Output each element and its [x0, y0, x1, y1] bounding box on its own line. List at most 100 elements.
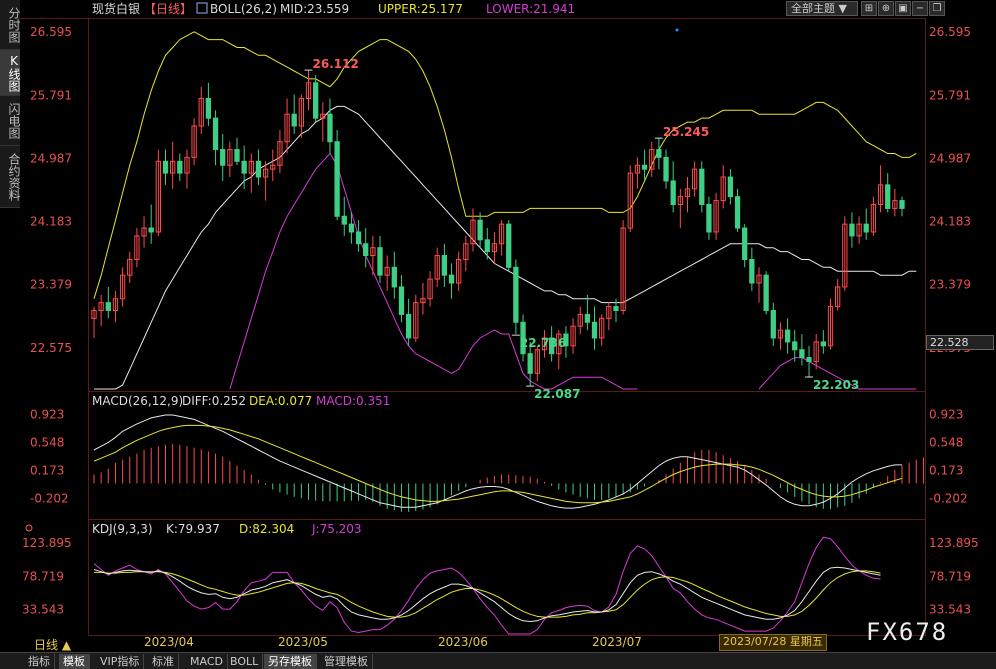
bottom-tab-6[interactable]: 另存模板	[264, 654, 317, 669]
candle-body	[784, 329, 791, 343]
candle-body	[885, 184, 891, 209]
candlesticks	[91, 70, 905, 387]
indicator-settings-icon[interactable]	[196, 2, 208, 14]
candle-body	[584, 313, 591, 323]
candle-body	[377, 247, 383, 276]
candle-body	[792, 341, 798, 351]
bottom-tab-1[interactable]: 模板	[59, 654, 90, 669]
macd-dea-label: DEA:0.077	[249, 394, 312, 408]
kdj-record-icon[interactable]	[25, 524, 33, 532]
candle-body	[734, 196, 741, 229]
candle-body	[477, 219, 483, 241]
annotation-label: 22.087	[534, 387, 580, 401]
grid-layout-icon[interactable]: ⊞	[861, 1, 877, 16]
candle-body	[806, 357, 812, 363]
kdj-d-label: D:82.304	[239, 522, 294, 536]
macd-ytick-right: 0.548	[929, 436, 963, 450]
theme-selector-label: 全部主题	[791, 2, 835, 15]
bottom-toolbar: 指标 模板 VIP指标 标准 MACD BOLL 另存模板 管理模板	[0, 652, 996, 669]
main-ytick-left: 22.575	[30, 341, 72, 355]
candle-body	[849, 223, 855, 237]
chart-canvas[interactable]: 26.112 25.245 22.736 22.087 22.203 26.595 26.…	[0, 0, 996, 669]
kdj-ytick-right: 123.895	[929, 536, 979, 550]
candle-body	[706, 204, 712, 233]
zoom-icon[interactable]: ⊕	[878, 1, 894, 16]
candle-body	[291, 113, 297, 127]
candle-body	[205, 98, 212, 119]
main-ytick-right: 24.987	[929, 151, 971, 165]
candle-body	[899, 200, 905, 209]
boll-lower-label: LOWER:21.941	[486, 2, 575, 16]
candle-body	[656, 149, 662, 158]
kdj-ytick-left: 33.543	[22, 602, 64, 616]
candle-body	[613, 306, 619, 311]
theme-selector[interactable]: 全部主题 ▼	[786, 1, 858, 16]
bottom-tab-4[interactable]: MACD	[186, 654, 228, 669]
annotation-label: 26.112	[313, 57, 359, 71]
candle-body	[355, 231, 362, 245]
window-icon[interactable]: ▣	[895, 1, 911, 16]
instrument-name: 现货白银	[92, 1, 140, 16]
candle-body	[313, 82, 319, 119]
candle-body	[763, 274, 769, 311]
kdj-ytick-right: 78.719	[929, 569, 971, 583]
candle-body	[391, 266, 397, 288]
candle-body	[212, 117, 219, 151]
minimize-icon[interactable]: −	[912, 1, 928, 16]
candle-body	[234, 149, 240, 162]
period-selector[interactable]: 日线 ▲	[34, 636, 71, 653]
candle-body	[363, 243, 369, 257]
kdj-indicator-name: KDJ(9,3,3)	[92, 522, 153, 536]
candle-body	[255, 160, 262, 178]
candle-body	[799, 349, 805, 359]
kdj-ytick-right: 33.543	[929, 602, 971, 616]
candle-body	[506, 223, 512, 268]
event-marker	[675, 28, 679, 32]
main-ytick-left: 24.987	[30, 151, 72, 165]
annotation-label: 25.245	[663, 125, 709, 139]
main-ytick-left: 23.379	[30, 278, 72, 292]
candle-body	[770, 309, 776, 339]
candle-body	[334, 141, 340, 217]
candle-body	[241, 160, 247, 174]
macd-ytick-left: -0.202	[30, 492, 69, 506]
candle-body	[863, 223, 869, 233]
macd-plot	[93, 414, 924, 512]
macd-indicator-name: MACD(26,12,9)	[92, 394, 183, 408]
boll-indicator-name: BOLL(26,2)	[210, 2, 277, 16]
candle-body	[742, 227, 748, 260]
candle-body	[327, 113, 333, 143]
bottom-tab-0[interactable]: 指标	[24, 654, 55, 669]
crosshair-date: 2023/07/28 星期五	[719, 634, 827, 651]
kdj-k-line	[93, 566, 881, 623]
candle-body	[341, 215, 347, 225]
boll-mid-label: MID:23.559	[280, 2, 349, 16]
annotation-label: 22.203	[813, 378, 859, 392]
x-axis-labels: 2023/04 2023/05 2023/06 2023/07	[144, 635, 642, 649]
boll-upper-label: UPPER:25.177	[378, 2, 463, 16]
macd-ytick-left: 0.923	[30, 408, 64, 422]
candle-body	[177, 160, 183, 174]
restore-icon[interactable]: ❐	[929, 1, 945, 16]
bottom-tab-7[interactable]: 管理模板	[320, 654, 373, 669]
bottom-tab-2[interactable]: VIP指标	[96, 654, 145, 669]
bottom-tab-5[interactable]: BOLL	[226, 654, 264, 669]
boll-bands	[93, 31, 917, 390]
candle-body	[749, 258, 755, 284]
candle-body	[527, 353, 533, 374]
kdj-plot	[93, 536, 881, 635]
x-axis-label: 2023/05	[278, 635, 328, 649]
bottom-tab-3[interactable]: 标准	[148, 654, 179, 669]
candle-body	[348, 223, 355, 233]
candle-body	[448, 274, 455, 284]
chevron-down-icon: ▼	[838, 2, 847, 15]
fx678-logo: FX678	[866, 618, 949, 646]
macd-ytick-right: 0.923	[929, 408, 963, 422]
candle-body	[484, 239, 490, 253]
candle-body	[513, 266, 519, 323]
candle-body	[699, 168, 705, 205]
macd-ytick-right: -0.202	[929, 492, 968, 506]
kdj-ytick-left: 123.895	[22, 536, 72, 550]
main-ytick-right: 23.379	[929, 278, 971, 292]
candle-body	[220, 149, 226, 166]
